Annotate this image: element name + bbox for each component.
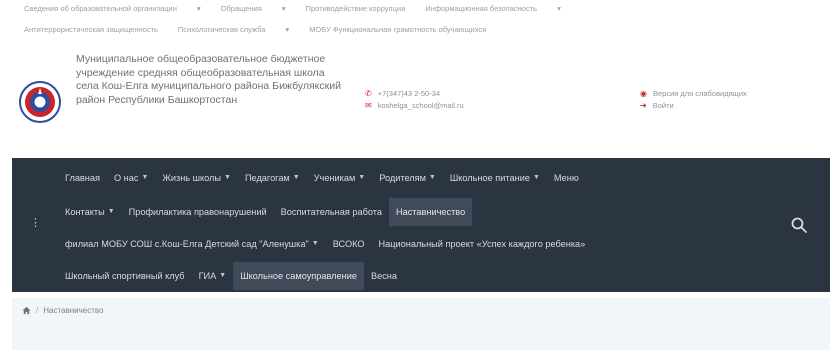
nav-row-3: филиал МОБУ СОШ с.Кош-Елга Детский сад "… (58, 230, 592, 258)
nav-item-home[interactable]: Главная (58, 164, 107, 192)
phone-number[interactable]: +7(347)43 2-50-34 (378, 88, 440, 100)
site-header: Муниципальное общеобразовательное бюджет… (0, 48, 836, 156)
mail-icon: ✉ (365, 101, 372, 110)
chevron-down-icon: ▼ (219, 272, 227, 279)
top-link[interactable]: Информационная безопасность (425, 4, 537, 13)
phone-row: ✆ +7(347)43 2-50-34 (365, 88, 464, 100)
top-link[interactable]: Обращения (221, 4, 262, 13)
nav-item-gia[interactable]: ГИА ▼ (192, 262, 234, 290)
breadcrumb-current: Наставничество (43, 306, 104, 315)
chevron-down-icon: ▼ (358, 174, 366, 181)
nav-item-menu[interactable]: Меню (547, 164, 586, 192)
nav-item-contacts[interactable]: Контакты ▼ (58, 198, 122, 226)
nav-item-self-government[interactable]: Школьное самоуправление (233, 262, 364, 290)
eye-icon: ◉ (640, 89, 647, 98)
chevron-down-icon: ▼ (107, 208, 115, 215)
login-row: ➜ Войти (640, 100, 747, 112)
header-links: ◉ Версия для слабовидящих ➜ Войти (640, 88, 747, 112)
nav-item-vsoko[interactable]: ВСОКО (326, 230, 372, 258)
nav-item-about[interactable]: О нас ▼ (107, 164, 155, 192)
search-icon[interactable] (790, 216, 808, 234)
menu-icon[interactable]: ⋮ (30, 216, 41, 230)
phone-icon: ✆ (365, 89, 372, 98)
nav-item-parents[interactable]: Родителям ▼ (372, 164, 443, 192)
organization-name[interactable]: Муниципальное общеобразовательное бюджет… (76, 53, 346, 107)
nav-item-national-project[interactable]: Национальный проект «Успех каждого ребен… (372, 230, 593, 258)
breadcrumb-bar: / Наставничество (12, 298, 830, 350)
header-contacts: ✆ +7(347)43 2-50-34 ✉ koshelga_school@ma… (365, 88, 464, 112)
chevron-down-icon: ▼ (311, 240, 319, 247)
top-link[interactable]: Сведения об образовательной организации (24, 4, 177, 13)
email-address[interactable]: koshelga_school@mail.ru (378, 100, 464, 112)
login-link[interactable]: Войти (653, 100, 674, 112)
nav-item-students[interactable]: Ученикам ▼ (307, 164, 373, 192)
email-row: ✉ koshelga_school@mail.ru (365, 100, 464, 112)
breadcrumb-separator: / (36, 306, 39, 315)
nav-item-mentoring[interactable]: Наставничество (388, 198, 473, 226)
top-link[interactable]: Антитеррористическая защищенность (24, 25, 158, 34)
chevron-down-icon: ▼ (141, 174, 149, 181)
home-icon[interactable] (22, 306, 31, 315)
school-logo-icon[interactable] (18, 80, 62, 124)
chevron-down-icon: ▼ (224, 174, 231, 181)
nav-item-spring[interactable]: Весна (364, 262, 404, 290)
nav-row-1: Главная О нас ▼ Жизнь школы ▼ Педагогам ▼ У… (58, 164, 586, 192)
top-links: Сведения об образовательной организации ▾… (24, 0, 824, 42)
top-link[interactable]: Противодействие коррупции (306, 4, 406, 13)
nav-item-sports-club[interactable]: Школьный спортивный клуб (58, 262, 192, 290)
nav-row-2: Контакты ▼ Профилактика правонарушений Во… (58, 198, 473, 226)
top-links-row-1: Сведения об образовательной организации ▾… (24, 4, 561, 13)
main-navigation: ⋮ Главная О нас ▼ Жизнь школы ▼ Педагогам ▼… (12, 158, 830, 292)
chevron-down-icon: ▼ (428, 174, 436, 181)
top-links-row-2: Антитеррористическая защищенность Психол… (24, 25, 487, 34)
chevron-down-icon: ▼ (532, 174, 540, 181)
nav-item-kindergarten[interactable]: филиал МОБУ СОШ с.Кош-Елга Детский сад "… (58, 230, 326, 258)
top-link[interactable]: МОБУ Функциональная грамотность обучающи… (309, 25, 486, 34)
nav-item-prevention[interactable]: Профилактика правонарушений (122, 198, 274, 226)
accessibility-row: ◉ Версия для слабовидящих (640, 88, 747, 100)
nav-item-school-life[interactable]: Жизнь школы ▼ (155, 164, 238, 192)
nav-item-teachers[interactable]: Педагогам ▼ (238, 164, 307, 192)
login-icon: ➜ (640, 101, 647, 110)
nav-item-upbringing[interactable]: Воспитательная работа (274, 198, 389, 226)
nav-row-4: Школьный спортивный клуб ГИА ▼ Школьное с… (58, 262, 404, 290)
breadcrumb: / Наставничество (22, 306, 104, 315)
nav-item-school-meals[interactable]: Школьное питание ▼ (443, 164, 547, 192)
chevron-down-icon: ▼ (292, 174, 300, 181)
top-link[interactable]: Психологическая служба (178, 25, 266, 34)
accessibility-link[interactable]: Версия для слабовидящих (653, 88, 747, 100)
